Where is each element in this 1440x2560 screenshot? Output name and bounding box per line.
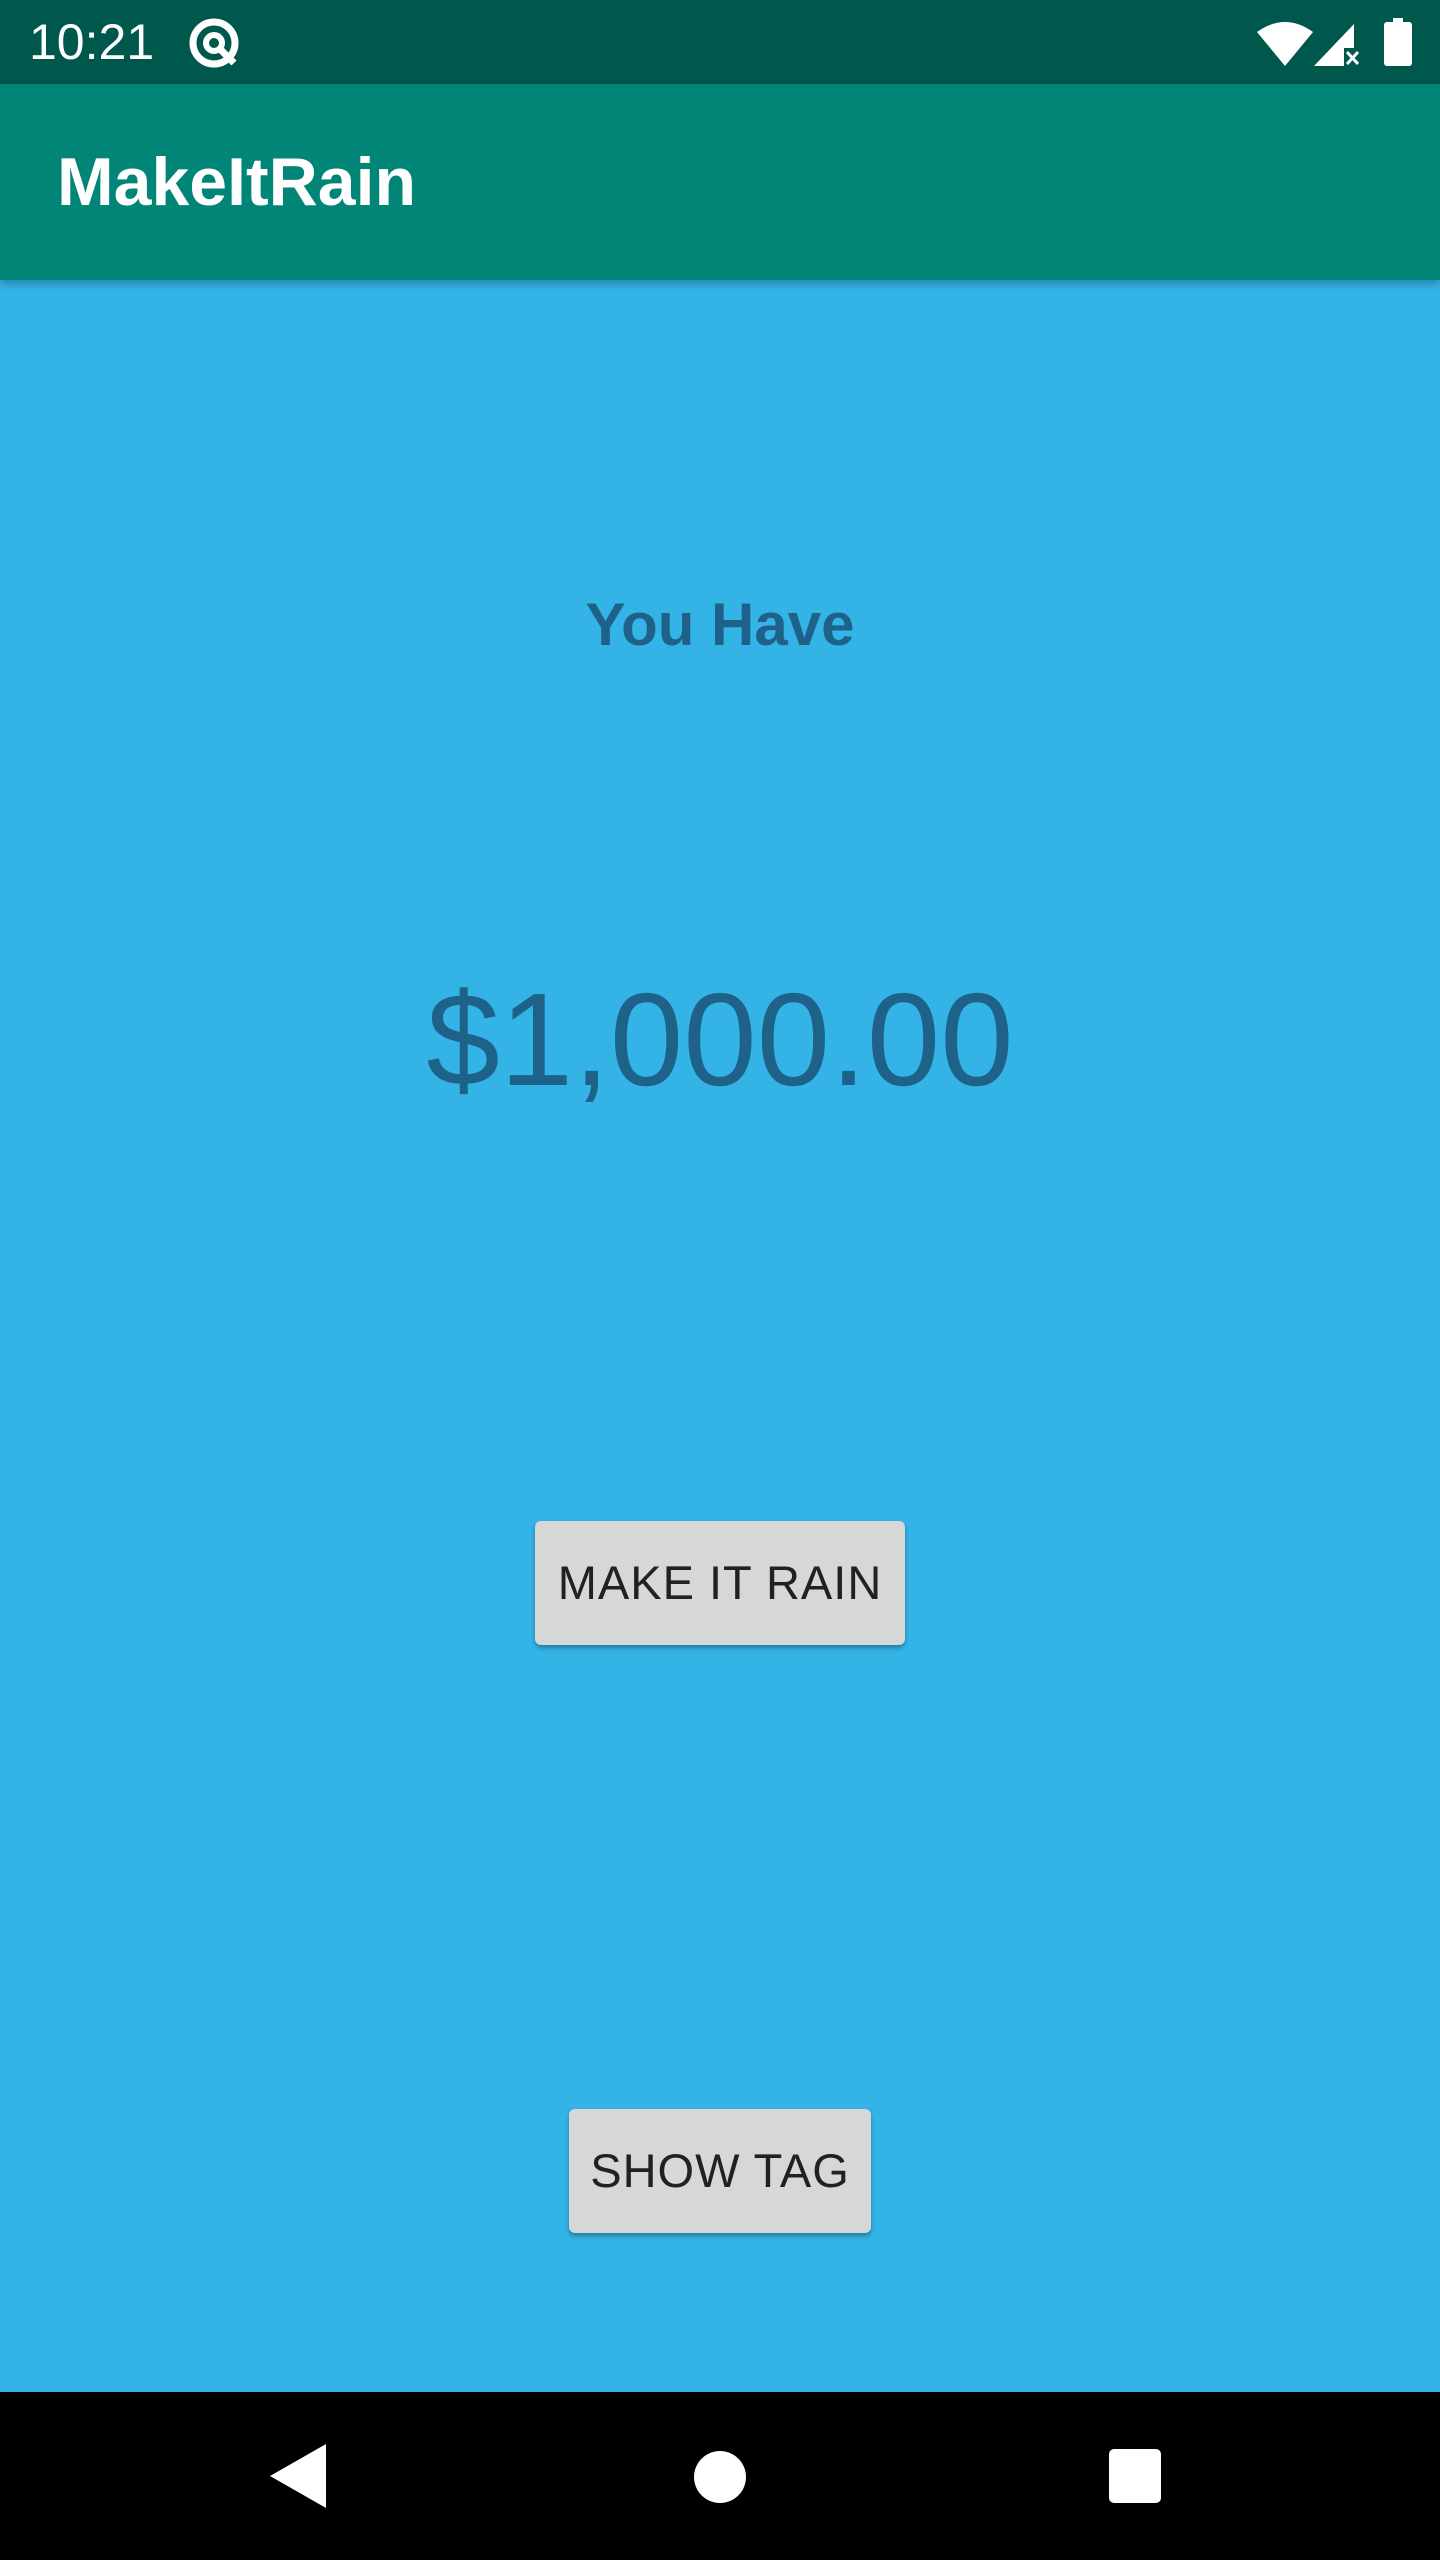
home-icon[interactable]	[694, 2451, 746, 2503]
app-notification-icon	[189, 18, 239, 68]
battery-icon	[1384, 18, 1412, 66]
status-time: 10:21	[29, 14, 155, 70]
app-title: MakeItRain	[57, 144, 416, 220]
you-have-label: You Have	[585, 591, 855, 658]
app-bar: MakeItRain	[0, 84, 1440, 280]
signal-icon	[1314, 24, 1360, 66]
screen: 10:21 MakeItRain You Have $1,000.00 MAKE…	[0, 0, 1440, 2560]
money-amount: $1,000.00	[426, 966, 1014, 1113]
make-it-rain-button[interactable]: MAKE IT RAIN	[535, 1521, 905, 1645]
show-tag-button[interactable]: SHOW TAG	[569, 2109, 871, 2233]
recents-icon[interactable]	[1109, 2449, 1161, 2503]
status-bar: 10:21	[0, 0, 1440, 84]
back-icon[interactable]	[270, 2444, 326, 2508]
wifi-icon	[1257, 22, 1313, 66]
